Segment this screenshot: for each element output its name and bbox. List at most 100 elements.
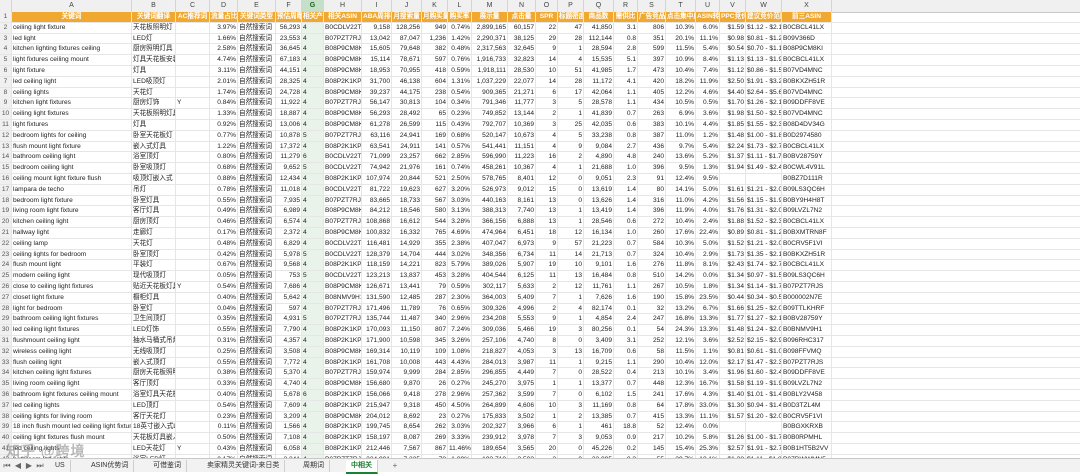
table-cell[interactable]: 15.4% [666,444,696,454]
table-cell[interactable]: 18 inch flush mount led ceiling light fi… [12,422,132,433]
table-cell[interactable]: 28 [558,76,584,87]
table-cell[interactable]: B0CRV5F1VI [782,411,832,422]
column-header-a[interactable]: A [12,0,132,12]
table-cell[interactable]: 65 [422,109,448,120]
table-cell[interactable]: 2.4 [614,314,638,325]
table-cell[interactable]: 4 [302,120,324,130]
row-number[interactable]: 6 [0,66,12,76]
table-cell[interactable]: 56,293 [362,109,392,120]
table-cell[interactable]: 11,922 [276,98,302,109]
table-cell[interactable]: bedroom lights for ceiling [12,130,132,141]
header-cell[interactable]: 相关ASIN [324,12,362,22]
header-cell[interactable]: 点击量 [508,12,536,22]
table-cell[interactable]: B08P2K1KPF [324,357,362,368]
table-cell[interactable]: B07PZT7RJS [324,33,362,44]
table-cell[interactable]: 3.20% [448,184,472,195]
table-cell[interactable]: 474,964 [472,228,508,238]
table-cell[interactable]: 81,722 [362,184,392,195]
table-cell[interactable]: 0.43% [448,120,472,130]
table-cell[interactable]: 0.6 [614,120,638,130]
table-cell[interactable]: 12,485 [392,292,422,303]
table-cell[interactable]: 3.6% [696,109,720,120]
table-cell[interactable]: 7,772 [276,357,302,368]
table-cell[interactable]: 22 [536,22,558,33]
table-cell[interactable]: 1 [558,292,584,303]
table-cell[interactable]: 145 [638,444,666,454]
header-cell[interactable]: 月购买量 [422,12,448,22]
table-cell[interactable]: 10.1% [666,120,696,130]
column-header-c[interactable]: C [176,0,210,12]
table-cell[interactable]: 4 [302,346,324,357]
table-cell[interactable]: 自然搜索词 [238,130,276,141]
table-cell[interactable]: 0.11% [210,422,238,433]
table-cell[interactable]: 4,854 [584,314,614,325]
table-cell[interactable]: 2,290,371 [472,33,508,44]
table-cell[interactable]: 276 [638,260,666,271]
table-cell[interactable]: 161 [422,163,448,174]
table-cell[interactable]: 1.6 [614,292,638,303]
table-cell[interactable]: 234,208 [472,314,508,325]
table-cell[interactable]: 嵌入式灯具 [132,141,176,152]
table-cell[interactable]: 5.4% [696,141,720,152]
table-cell[interactable]: 10,598 [392,336,422,346]
table-cell[interactable]: 247 [638,314,666,325]
table-cell[interactable]: LED灯 [132,33,176,44]
table-cell[interactable]: 灯具 [132,120,176,130]
table-cell[interactable]: 0.68% [448,130,472,141]
row-number[interactable]: 15 [0,163,12,174]
table-cell[interactable]: B08P2K1KPF [324,325,362,336]
table-cell[interactable]: 30,813 [392,98,422,109]
table-cell[interactable]: 39,237 [362,87,392,98]
table-cell[interactable] [176,260,210,271]
header-cell[interactable]: PPC竞价 [720,12,746,22]
table-cell[interactable]: 12.3% [666,379,696,390]
table-cell[interactable]: 客厅灯具 [132,206,176,217]
table-cell[interactable]: 9,012 [508,184,536,195]
table-cell[interactable]: 1,918,111 [472,66,508,76]
header-cell[interactable]: 商品数 [584,12,614,22]
table-cell[interactable]: 自然搜索词 [238,422,276,433]
table-cell[interactable]: B0BKXZH51R [782,249,832,260]
table-cell[interactable]: B07VD4MNC [782,66,832,76]
table-cell[interactable]: 348,356 [472,249,508,260]
table-cell[interactable]: ceiling lights [12,87,132,98]
table-cell[interactable]: 2,317,563 [472,44,508,55]
table-cell[interactable]: 20 [536,444,558,454]
table-cell[interactable]: 自然搜索词 [238,217,276,228]
table-cell[interactable]: 3.11% [210,66,238,76]
table-cell[interactable]: 11,777 [508,98,536,109]
table-cell[interactable]: 29 [536,33,558,44]
table-cell[interactable]: 396 [638,163,666,174]
table-cell[interactable]: $4.40 [720,87,746,98]
row-number[interactable]: 32 [0,346,12,357]
table-cell[interactable]: 1.4 [614,184,638,195]
table-cell[interactable]: 80,256 [584,325,614,336]
column-header-o[interactable]: O [536,0,558,12]
table-cell[interactable]: $1.88 [720,217,746,228]
table-cell[interactable]: 13,042 [362,33,392,44]
prev-sheet-icon[interactable]: ◀ [13,460,23,472]
table-cell[interactable]: 浴室顶灯 [132,152,176,163]
table-cell[interactable]: B08P9CM8KI [324,282,362,292]
table-cell[interactable]: 16 [536,152,558,163]
table-cell[interactable]: 0.9 [614,433,638,444]
table-cell[interactable]: 13,626 [584,195,614,206]
table-cell[interactable]: 自然搜索词 [238,282,276,292]
table-cell[interactable]: 16,709 [584,346,614,357]
table-cell[interactable]: 526,973 [472,184,508,195]
table-cell[interactable]: 26,599 [392,120,422,130]
table-cell[interactable]: 18,733 [392,195,422,206]
table-cell[interactable]: 0.0% [696,271,720,282]
table-cell[interactable]: 10.4% [666,357,696,368]
row-number[interactable]: 38 [0,411,12,422]
table-cell[interactable] [746,174,782,184]
row-number[interactable]: 11 [0,120,12,130]
table-cell[interactable]: 239,912 [472,433,508,444]
table-cell[interactable]: 2.58% [210,44,238,55]
table-cell[interactable]: 584 [638,238,666,249]
table-cell[interactable]: light fixtures [12,120,132,130]
table-cell[interactable]: 1.7 [614,66,638,76]
table-cell[interactable]: 169,314 [362,346,392,357]
table-cell[interactable]: B08NMV9H1 [324,292,362,303]
table-cell[interactable]: 169 [422,130,448,141]
